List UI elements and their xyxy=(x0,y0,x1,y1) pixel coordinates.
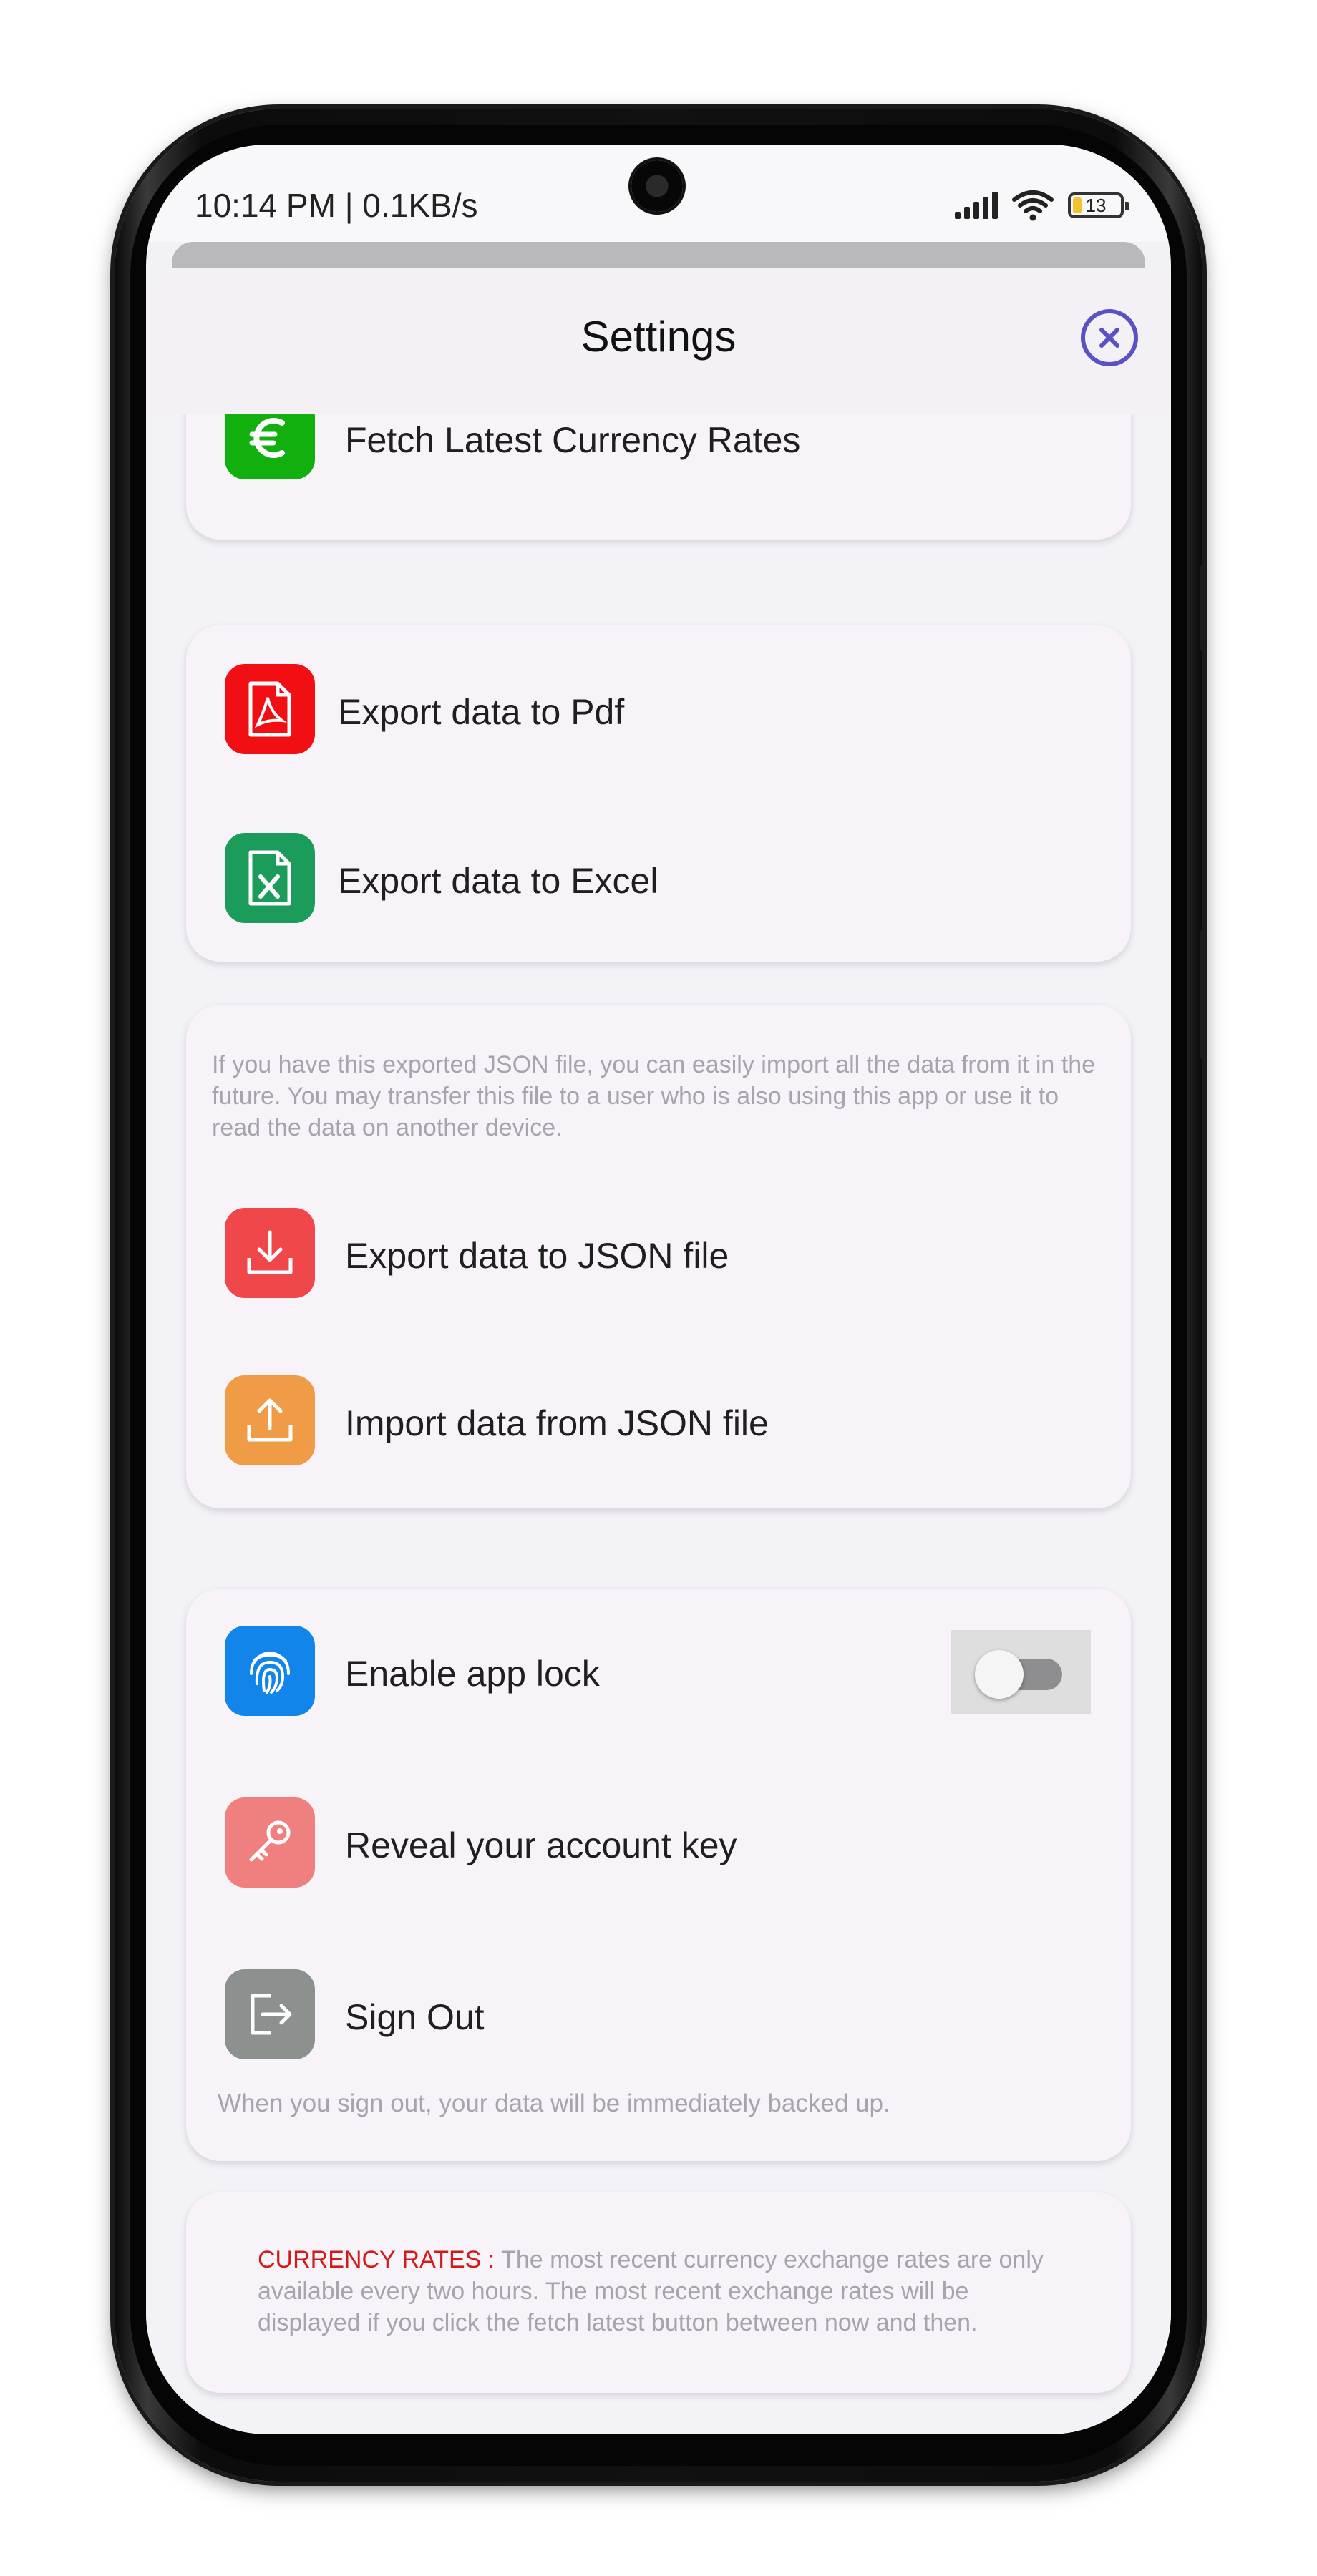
toggle-knob xyxy=(975,1650,1024,1699)
battery-level: 13 xyxy=(1085,194,1107,216)
download-icon-tile xyxy=(225,1208,315,1298)
export-pdf-label: Export data to Pdf xyxy=(338,692,625,732)
export-excel-row[interactable]: Export data to Excel xyxy=(186,833,1131,926)
currency-info-card: CURRENCY RATES : The most recent currenc… xyxy=(186,2192,1131,2393)
download-icon xyxy=(247,1230,293,1274)
status-bar: 10:14 PM | 0.1KB/s 13 xyxy=(146,145,1171,242)
settings-sheet: Settings Fetch Latest Currency Rates Exp… xyxy=(146,268,1171,2434)
app-lock-toggle[interactable] xyxy=(951,1630,1091,1714)
phone-screen: 10:14 PM | 0.1KB/s 13 Settings Fetch Lat… xyxy=(146,145,1171,2434)
fetch-currency-label: Fetch Latest Currency Rates xyxy=(345,420,801,460)
reveal-account-key-row[interactable]: Reveal your account key xyxy=(186,1797,1131,1890)
fingerprint-icon-tile xyxy=(225,1626,315,1716)
currency-rates-prefix: CURRENCY RATES : xyxy=(258,2246,502,2273)
wifi-icon xyxy=(1012,190,1054,221)
volume-button xyxy=(1200,565,1205,651)
euro-icon xyxy=(249,418,285,458)
upload-icon xyxy=(247,1398,293,1442)
json-card: If you have this exported JSON file, you… xyxy=(186,1005,1131,1508)
sign-out-label: Sign Out xyxy=(345,1997,485,2037)
status-time: 10:14 PM | 0.1KB/s xyxy=(195,187,478,224)
sign-out-icon xyxy=(251,1994,292,2035)
upload-icon-tile xyxy=(225,1375,315,1465)
signal-icon xyxy=(955,192,998,219)
json-info-note: If you have this exported JSON file, you… xyxy=(212,1051,1096,1141)
export-card: Export data to Pdf Export data to Excel xyxy=(186,625,1131,962)
export-excel-label: Export data to Excel xyxy=(338,861,658,901)
page-title: Settings xyxy=(580,313,737,361)
sign-out-icon-tile xyxy=(225,1969,315,2059)
import-json-row[interactable]: Import data from JSON file xyxy=(186,1375,1131,1468)
fetch-currency-rates-row[interactable]: Fetch Latest Currency Rates xyxy=(186,396,1131,497)
key-icon xyxy=(249,1820,291,1862)
close-icon xyxy=(1099,328,1119,348)
export-json-row[interactable]: Export data to JSON file xyxy=(186,1208,1131,1301)
key-icon-tile xyxy=(225,1797,315,1888)
app-lock-row: Enable app lock xyxy=(186,1626,1131,1719)
export-json-label: Export data to JSON file xyxy=(345,1236,729,1276)
pdf-file-icon xyxy=(248,681,291,737)
currency-info-text: CURRENCY RATES : The most recent currenc… xyxy=(258,2244,1062,2338)
sign-out-note: When you sign out, your data will be imm… xyxy=(218,2089,890,2117)
sheet-header: Settings xyxy=(146,268,1171,414)
power-button xyxy=(1200,930,1205,1059)
pdf-icon-tile xyxy=(225,664,315,754)
front-camera xyxy=(631,160,683,212)
reveal-account-key-label: Reveal your account key xyxy=(345,1825,737,1865)
fingerprint-icon xyxy=(250,1652,290,1694)
status-icons: 13 xyxy=(955,190,1129,221)
app-lock-label: Enable app lock xyxy=(345,1654,600,1694)
battery-icon: 13 xyxy=(1068,192,1129,218)
close-button[interactable] xyxy=(1081,309,1138,366)
export-pdf-row[interactable]: Export data to Pdf xyxy=(186,664,1131,757)
excel-icon-tile xyxy=(225,833,315,923)
sign-out-row[interactable]: Sign Out xyxy=(186,1969,1131,2062)
excel-file-icon xyxy=(248,850,291,906)
account-card: Enable app lock Reveal your account key xyxy=(186,1589,1131,2161)
import-json-label: Import data from JSON file xyxy=(345,1403,769,1443)
